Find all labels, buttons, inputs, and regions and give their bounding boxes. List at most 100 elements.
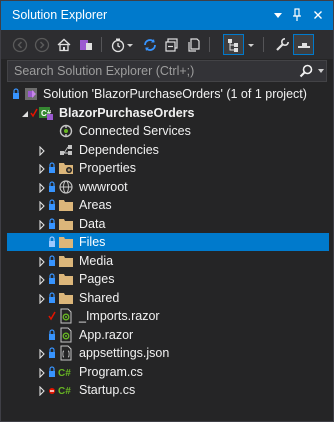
folder-icon xyxy=(58,216,74,232)
close-icon[interactable] xyxy=(311,7,325,23)
folder-icon xyxy=(58,253,74,269)
tree-row-shared[interactable]: Shared xyxy=(1,289,333,307)
home-button[interactable] xyxy=(53,34,74,55)
chevron-down-icon xyxy=(248,43,254,47)
razor-file-icon xyxy=(58,327,74,343)
solution-label: Solution 'BlazorPurchaseOrders' (1 of 1 … xyxy=(43,87,307,101)
item-label: Properties xyxy=(79,161,136,175)
wrench-icon xyxy=(275,37,289,51)
csharp-file-icon: C# xyxy=(58,364,74,380)
item-label: Files xyxy=(79,235,106,249)
collapse-all-button[interactable] xyxy=(161,34,182,55)
tree-row-data[interactable]: Data xyxy=(1,215,333,233)
collapsed-arrow-icon[interactable] xyxy=(38,293,46,304)
item-label: _Imports.razor xyxy=(79,309,160,323)
tree-row-files[interactable]: Files xyxy=(7,233,329,251)
razor-file-icon xyxy=(58,308,74,324)
tree-row-imports-razor[interactable]: _Imports.razor xyxy=(1,307,333,325)
tree-row-properties[interactable]: Properties xyxy=(1,159,333,177)
collapsed-arrow-icon[interactable] xyxy=(38,219,46,230)
tree-row-wwwroot[interactable]: wwwroot xyxy=(1,178,333,196)
checkmark-icon xyxy=(48,310,56,322)
folder-icon xyxy=(58,234,74,250)
item-label: wwwroot xyxy=(79,179,128,194)
collapse-all-icon xyxy=(164,37,178,52)
globe-icon xyxy=(58,179,74,195)
lock-icon xyxy=(12,88,20,100)
lock-icon xyxy=(48,199,56,211)
forward-button[interactable] xyxy=(31,34,52,55)
clock-icon xyxy=(111,38,124,52)
modified-icon xyxy=(48,384,56,396)
collapsed-arrow-icon[interactable] xyxy=(38,348,46,360)
show-all-files-button[interactable] xyxy=(183,34,204,55)
svg-text:C#: C# xyxy=(58,386,71,397)
collapsed-arrow-icon[interactable] xyxy=(38,182,46,193)
sync-icon xyxy=(143,38,156,51)
collapsed-arrow-icon[interactable] xyxy=(38,163,46,175)
solution-icon xyxy=(23,86,39,102)
dropdown-arrow-icon[interactable] xyxy=(271,7,285,23)
item-label: Startup.cs xyxy=(79,383,136,397)
properties-button[interactable] xyxy=(271,34,292,55)
tree-row-startup-cs[interactable]: C# Startup.cs xyxy=(1,381,333,399)
title-bar: Solution Explorer xyxy=(1,1,333,30)
switch-views-button[interactable] xyxy=(75,34,96,55)
tree-row-dependencies[interactable]: Dependencies xyxy=(1,141,333,159)
tree-row-areas[interactable]: Areas xyxy=(1,196,333,214)
tree-row-app-razor[interactable]: App.razor xyxy=(1,326,333,344)
preview-dropdown[interactable] xyxy=(246,34,256,55)
toolbar-separator xyxy=(101,37,102,52)
lock-icon xyxy=(48,365,56,378)
pending-changes-dropdown[interactable] xyxy=(125,34,135,55)
folder-icon xyxy=(58,197,74,213)
lock-icon xyxy=(48,254,56,267)
search-input[interactable] xyxy=(8,61,298,81)
toolbar-separator xyxy=(263,37,264,52)
show-all-files-icon xyxy=(187,37,200,52)
pin-icon[interactable] xyxy=(290,7,304,23)
solution-view-button[interactable] xyxy=(293,34,314,55)
tree-row-solution[interactable]: Solution 'BlazorPurchaseOrders' (1 of 1 … xyxy=(1,85,333,103)
forward-arrow-icon xyxy=(34,37,49,52)
csharp-file-icon: C# xyxy=(58,382,74,398)
collapsed-arrow-icon[interactable] xyxy=(38,367,46,378)
back-arrow-icon xyxy=(12,37,27,52)
back-button[interactable] xyxy=(9,34,30,55)
collapsed-arrow-icon[interactable] xyxy=(38,145,46,156)
toolbar xyxy=(1,30,333,59)
tree-row-media[interactable]: Media xyxy=(1,252,333,270)
tree-row-project[interactable]: C# BlazorPurchaseOrders xyxy=(1,104,333,122)
search-box xyxy=(7,60,327,82)
tree-row-appsettings-json[interactable]: appsettings.json xyxy=(1,344,333,362)
collapsed-arrow-icon[interactable] xyxy=(38,274,46,286)
item-label: Data xyxy=(79,216,106,231)
collapsed-arrow-icon[interactable] xyxy=(38,200,46,212)
lock-icon xyxy=(48,291,56,304)
panel-title: Solution Explorer xyxy=(12,8,108,22)
tree-row-program-cs[interactable]: C# Program.cs xyxy=(1,363,333,381)
preview-selected-button[interactable] xyxy=(223,34,244,55)
item-label: App.razor xyxy=(79,327,134,342)
collapsed-arrow-icon[interactable] xyxy=(38,385,46,397)
dependencies-icon xyxy=(58,142,74,158)
search-icon[interactable] xyxy=(298,63,314,79)
switch-views-icon xyxy=(79,39,92,50)
tree-row-pages[interactable]: Pages xyxy=(1,270,333,288)
search-options-dropdown[interactable] xyxy=(318,69,324,73)
collapsed-arrow-icon[interactable] xyxy=(38,256,46,267)
csharp-project-icon: C# xyxy=(38,105,54,121)
tree-view-icon xyxy=(227,38,238,52)
expanded-arrow-icon[interactable] xyxy=(21,108,29,118)
tree-row-connected-services[interactable]: Connected Services xyxy=(1,122,333,140)
chevron-down-icon xyxy=(127,43,133,47)
folder-icon xyxy=(58,271,74,287)
item-label: Areas xyxy=(79,198,112,212)
lock-icon xyxy=(48,162,56,174)
folder-icon xyxy=(58,290,74,306)
svg-text:C#: C# xyxy=(58,368,71,379)
item-label: appsettings.json xyxy=(79,346,170,360)
lock-icon xyxy=(48,217,56,230)
dash-icon xyxy=(297,42,310,48)
sync-button[interactable] xyxy=(139,34,160,55)
